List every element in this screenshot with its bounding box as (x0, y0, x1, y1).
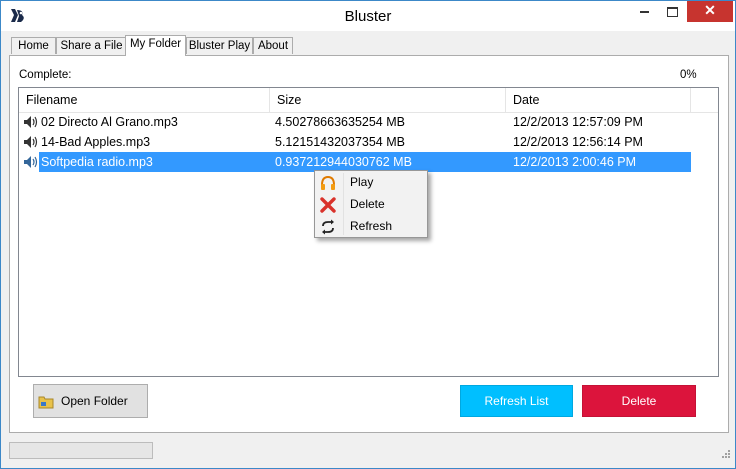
column-header-date[interactable]: Date (506, 88, 691, 112)
cell-filename: 14-Bad Apples.mp3 (41, 135, 151, 149)
table-row-selected[interactable]: Softpedia radio.mp3 0.937212944030762 MB… (19, 152, 718, 172)
open-folder-button[interactable]: Open Folder (33, 384, 148, 418)
cell-filename: 02 Directo Al Grano.mp3 (41, 115, 178, 129)
tab-about[interactable]: About (253, 37, 293, 54)
cell-filename: Softpedia radio.mp3 (41, 155, 153, 169)
minimize-icon (640, 11, 649, 13)
column-header-size[interactable]: Size (270, 88, 506, 112)
context-menu-label: Refresh (350, 219, 393, 233)
list-header: Filename Size Date (19, 88, 718, 113)
table-row[interactable]: 14-Bad Apples.mp3 5.12151432037354 MB 12… (19, 132, 718, 152)
context-menu-item-refresh[interactable]: Refresh (317, 216, 425, 238)
refresh-list-button[interactable]: Refresh List (460, 385, 573, 417)
close-icon: ✕ (704, 2, 716, 18)
cell-size: 4.50278663635254 MB (275, 115, 405, 129)
column-header-filename[interactable]: Filename (19, 88, 270, 112)
cell-size: 5.12151432037354 MB (275, 135, 405, 149)
app-window: Bluster ✕ Home Share a File My Folder Bl… (0, 0, 736, 469)
window-title: Bluster (344, 8, 392, 25)
refresh-icon (322, 219, 334, 235)
tab-my-folder[interactable]: My Folder (125, 35, 186, 56)
folder-icon (38, 396, 54, 409)
complete-label: Complete: (19, 69, 72, 81)
resize-grip-icon[interactable] (719, 449, 731, 461)
context-menu-label: Play (350, 175, 374, 189)
minimize-button[interactable] (631, 1, 658, 22)
cell-size: 0.937212944030762 MB (275, 155, 412, 169)
status-bar (1, 439, 735, 468)
status-progress-bar (9, 442, 153, 459)
speaker-icon (24, 116, 38, 128)
speaker-icon (24, 156, 38, 168)
title-bar[interactable]: Bluster ✕ (1, 1, 735, 31)
red-x-icon (320, 197, 336, 213)
headphones-icon (321, 175, 335, 190)
context-menu-item-play[interactable]: Play (317, 172, 425, 194)
close-button[interactable]: ✕ (687, 1, 733, 22)
maximize-button[interactable] (659, 1, 686, 22)
tab-home[interactable]: Home (11, 37, 56, 54)
cell-date: 12/2/2013 2:00:46 PM (513, 155, 637, 169)
context-menu-label: Delete (350, 197, 385, 211)
table-row[interactable]: 02 Directo Al Grano.mp3 4.50278663635254… (19, 112, 718, 132)
open-folder-label: Open Folder (61, 394, 128, 408)
complete-percent: 0% (680, 69, 697, 81)
context-menu: Play Delete Refresh (314, 170, 428, 238)
tab-share-a-file[interactable]: Share a File (56, 37, 127, 54)
speaker-icon (24, 136, 38, 148)
delete-button[interactable]: Delete (582, 385, 696, 417)
cell-date: 12/2/2013 12:56:14 PM (513, 135, 643, 149)
cell-date: 12/2/2013 12:57:09 PM (513, 115, 643, 129)
context-menu-item-delete[interactable]: Delete (317, 194, 425, 216)
maximize-icon (667, 7, 678, 17)
tab-bluster-play[interactable]: Bluster Play (186, 37, 253, 54)
